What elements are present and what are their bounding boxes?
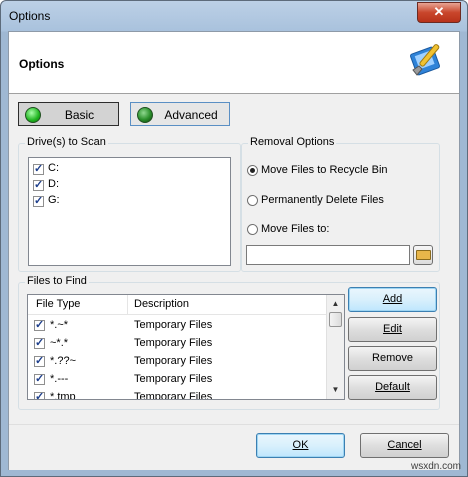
drives-list[interactable]: C: D: G: <box>28 157 231 266</box>
radio-button[interactable] <box>247 224 258 235</box>
table-row[interactable]: *.tmp Temporary Files <box>28 389 326 400</box>
drives-group-label: Drive(s) to Scan <box>25 136 108 148</box>
basic-mode-label: Basic <box>64 108 95 122</box>
title-bar[interactable]: Options ✕ <box>1 1 467 31</box>
add-button[interactable]: Add <box>348 287 437 312</box>
dialog-footer: OK Cancel <box>9 424 459 470</box>
description-cell: Temporary Files <box>134 319 213 331</box>
basic-mode-button[interactable]: Basic <box>18 102 119 126</box>
move-path-input[interactable] <box>246 245 410 265</box>
close-button[interactable]: ✕ <box>417 2 461 23</box>
row-checkbox[interactable] <box>34 390 45 399</box>
table-row[interactable]: ~*.* Temporary Files <box>28 335 326 353</box>
drives-group: Drive(s) to Scan C: D: G: <box>18 136 241 272</box>
ok-button-label: OK <box>292 439 309 451</box>
add-button-label: Add <box>382 293 403 305</box>
cancel-button-label: Cancel <box>387 439 422 451</box>
radio-label: Permanently Delete Files <box>261 194 384 206</box>
green-led-icon <box>25 107 41 123</box>
table-row[interactable]: *.??~ Temporary Files <box>28 353 326 371</box>
drive-label: D: <box>48 178 59 190</box>
column-header-file-type[interactable]: File Type <box>36 295 124 315</box>
dark-green-led-icon <box>137 107 153 123</box>
radio-button[interactable] <box>247 165 258 176</box>
file-type-cell: *.tmp <box>50 391 76 400</box>
edit-button[interactable]: Edit <box>348 317 437 342</box>
drive-checkbox[interactable] <box>33 194 44 207</box>
remove-button[interactable]: Remove <box>348 346 437 371</box>
cancel-button[interactable]: Cancel <box>360 433 449 458</box>
row-checkbox[interactable] <box>34 318 45 331</box>
column-separator <box>127 295 128 314</box>
removal-options-label: Removal Options <box>248 136 337 148</box>
drive-checkbox[interactable] <box>33 162 44 175</box>
description-cell: Temporary Files <box>134 355 213 367</box>
default-button-label: Default <box>375 381 410 393</box>
radio-label: Move Files to Recycle Bin <box>261 164 388 176</box>
description-cell: Temporary Files <box>134 391 213 400</box>
file-type-cell: ~*.* <box>50 337 69 349</box>
radio-button[interactable] <box>247 195 258 206</box>
table-row[interactable]: *.~* Temporary Files <box>28 317 326 335</box>
options-wrench-icon <box>410 44 440 76</box>
radio-label: Move Files to: <box>261 223 330 235</box>
dialog-client-area: Options Basic Advanced Drive(s) to Scan … <box>8 31 460 470</box>
edit-button-label: Edit <box>383 323 402 335</box>
advanced-mode-button[interactable]: Advanced <box>130 102 230 126</box>
row-checkbox[interactable] <box>34 354 45 367</box>
scroll-up-arrow-icon[interactable]: ▲ <box>327 295 344 312</box>
file-type-cell: *.--- <box>50 373 69 385</box>
table-row[interactable]: *.--- Temporary Files <box>28 371 326 389</box>
default-button[interactable]: Default <box>348 375 437 400</box>
files-list[interactable]: File Type Description *.~* Temporary Fil… <box>27 294 345 400</box>
description-cell: Temporary Files <box>134 373 213 385</box>
advanced-mode-label: Advanced <box>164 108 218 122</box>
scroll-down-arrow-icon[interactable]: ▼ <box>327 381 344 398</box>
folder-icon <box>416 250 431 260</box>
ok-button[interactable]: OK <box>256 433 345 458</box>
window-title: Options <box>9 9 51 23</box>
browse-folder-button[interactable] <box>413 245 433 265</box>
removal-options-group: Removal Options Move Files to Recycle Bi… <box>241 136 440 272</box>
drive-label: G: <box>48 194 60 206</box>
description-cell: Temporary Files <box>134 337 213 349</box>
scroll-thumb[interactable] <box>329 312 342 327</box>
page-title: Options <box>19 57 65 71</box>
column-header-description[interactable]: Description <box>134 295 324 315</box>
dialog-header: Options <box>9 32 459 94</box>
row-checkbox[interactable] <box>34 336 45 349</box>
remove-button-label: Remove <box>372 352 413 364</box>
watermark: wsxdn.com <box>410 461 461 472</box>
files-to-find-label: Files to Find <box>25 275 89 287</box>
row-checkbox[interactable] <box>34 372 45 385</box>
files-list-scrollbar[interactable]: ▲ ▼ <box>326 295 344 399</box>
drive-checkbox[interactable] <box>33 178 44 191</box>
file-type-cell: *.~* <box>50 319 69 331</box>
drive-label: C: <box>48 162 59 174</box>
options-window: Options ✕ Options Basic Advanced Drive(s… <box>0 0 468 477</box>
file-type-cell: *.??~ <box>50 355 76 367</box>
